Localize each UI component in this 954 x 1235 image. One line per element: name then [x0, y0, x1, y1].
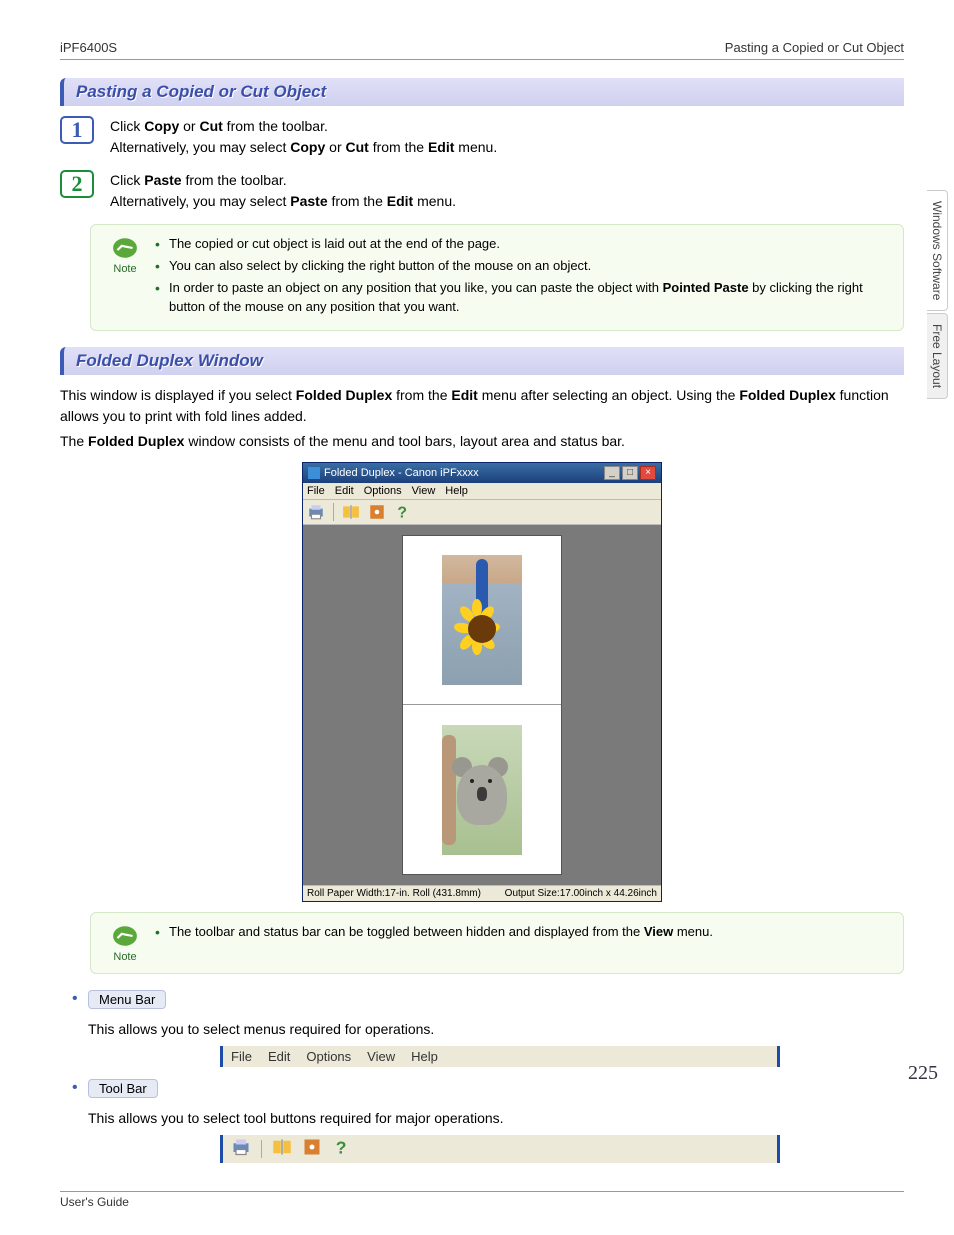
menubar-label: Menu Bar — [88, 990, 166, 1009]
step-2: 2 Click Paste from the toolbar. Alternat… — [60, 170, 904, 212]
status-output-size: Output Size:17.00inch x 44.26inch — [505, 888, 657, 899]
settings-icon[interactable] — [302, 1137, 322, 1160]
section-title: Folded Duplex Window — [76, 351, 263, 370]
menu-view[interactable]: View — [367, 1049, 395, 1064]
note-item: You can also select by clicking the righ… — [155, 257, 889, 275]
fd-menubar: File Edit Options View Help — [303, 483, 661, 500]
step-2-body: Click Paste from the toolbar. Alternativ… — [110, 170, 904, 212]
note-icon: Note — [105, 235, 145, 320]
separator — [333, 503, 334, 521]
menu-file[interactable]: File — [307, 485, 325, 497]
note-item: The toolbar and status bar can be toggle… — [155, 923, 889, 941]
side-tabs: Windows Software Free Layout — [927, 190, 948, 399]
fd-window: Folded Duplex - Canon iPFxxxx _ □ × File… — [302, 462, 662, 902]
page-number: 225 — [908, 1062, 938, 1085]
help-icon[interactable]: ? — [332, 1137, 352, 1160]
side-tab-free-layout[interactable]: Free Layout — [927, 313, 948, 399]
step-1-body: Click Copy or Cut from the toolbar. Alte… — [110, 116, 904, 158]
section-heading-folded-duplex: Folded Duplex Window — [60, 347, 904, 375]
menubar-figure: File Edit Options View Help — [220, 1046, 780, 1067]
step-number-2: 2 — [60, 170, 94, 198]
section-title: Pasting a Copied or Cut Object — [76, 82, 326, 101]
page-header: iPF6400S Pasting a Copied or Cut Object — [60, 40, 904, 60]
note-list: The copied or cut object is laid out at … — [155, 235, 889, 320]
footer-guide: User's Guide — [60, 1191, 904, 1209]
close-button[interactable]: × — [640, 466, 656, 480]
fold-icon[interactable] — [272, 1137, 292, 1160]
fd-toolbar: ? — [303, 500, 661, 525]
separator — [261, 1140, 262, 1158]
fd-image-top — [403, 536, 561, 705]
fd-window-figure: Folded Duplex - Canon iPFxxxx _ □ × File… — [60, 462, 904, 902]
note-box-2: Note The toolbar and status bar can be t… — [90, 912, 904, 974]
note-item: The copied or cut object is laid out at … — [155, 235, 889, 253]
note-item: In order to paste an object on any posit… — [155, 279, 889, 315]
fd-para-1: This window is displayed if you select F… — [60, 385, 904, 427]
status-roll-width: Roll Paper Width:17-in. Roll (431.8mm) — [307, 888, 481, 899]
menu-file[interactable]: File — [231, 1049, 252, 1064]
svg-text:?: ? — [397, 504, 407, 520]
menu-help[interactable]: Help — [445, 485, 468, 497]
print-icon[interactable] — [231, 1137, 251, 1160]
note-icon: Note — [105, 923, 145, 963]
menu-options[interactable]: Options — [306, 1049, 351, 1064]
note-box-1: Note The copied or cut object is laid ou… — [90, 224, 904, 331]
fd-layout-area[interactable] — [303, 525, 661, 885]
sub-toolbar: Tool Bar — [72, 1079, 904, 1104]
fd-window-title: Folded Duplex - Canon iPFxxxx — [324, 467, 479, 479]
menu-edit[interactable]: Edit — [268, 1049, 290, 1064]
fold-icon[interactable] — [342, 503, 360, 521]
toolbar-desc: This allows you to select tool buttons r… — [88, 1108, 904, 1129]
app-icon — [308, 467, 320, 479]
step-1: 1 Click Copy or Cut from the toolbar. Al… — [60, 116, 904, 158]
note-list: The toolbar and status bar can be toggle… — [155, 923, 889, 963]
help-icon[interactable]: ? — [394, 503, 412, 521]
svg-text:?: ? — [336, 1138, 347, 1158]
fd-titlebar[interactable]: Folded Duplex - Canon iPFxxxx _ □ × — [303, 463, 661, 483]
menu-edit[interactable]: Edit — [335, 485, 354, 497]
menu-help[interactable]: Help — [411, 1049, 438, 1064]
fd-para-2: The Folded Duplex window consists of the… — [60, 431, 904, 452]
sub-menubar: Menu Bar — [72, 990, 904, 1015]
breadcrumb: Pasting a Copied or Cut Object — [725, 40, 904, 55]
model-label: iPF6400S — [60, 40, 117, 55]
minimize-button[interactable]: _ — [604, 466, 620, 480]
fd-statusbar: Roll Paper Width:17-in. Roll (431.8mm) O… — [303, 885, 661, 901]
section-heading-pasting: Pasting a Copied or Cut Object — [60, 78, 904, 106]
print-icon[interactable] — [307, 503, 325, 521]
side-tab-windows-software[interactable]: Windows Software — [927, 190, 948, 311]
menu-options[interactable]: Options — [364, 485, 402, 497]
toolbar-label: Tool Bar — [88, 1079, 158, 1098]
settings-icon[interactable] — [368, 503, 386, 521]
fd-image-bottom — [403, 705, 561, 874]
toolbar-figure: ? — [220, 1135, 780, 1163]
menubar-desc: This allows you to select menus required… — [88, 1019, 904, 1040]
menu-view[interactable]: View — [412, 485, 436, 497]
step-number-1: 1 — [60, 116, 94, 144]
maximize-button[interactable]: □ — [622, 466, 638, 480]
fd-page-preview — [402, 535, 562, 875]
